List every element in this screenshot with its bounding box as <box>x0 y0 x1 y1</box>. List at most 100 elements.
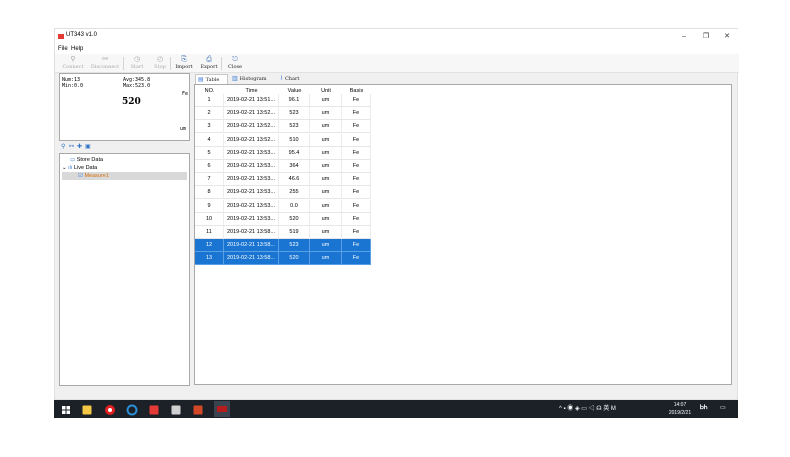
cell-unit: um <box>310 94 342 107</box>
tree-node-store-data[interactable]: ▭ Store Data <box>70 156 103 164</box>
toolbar-button-label: Start <box>130 64 144 70</box>
toolbar-disconnect-button[interactable]: ⚯ Disconnect <box>87 55 123 72</box>
table-row[interactable]: 11 2019-02-21 13:58... 519 um Fe <box>195 226 371 239</box>
toolbar-button-label: Disconnect <box>90 64 120 70</box>
menu-file[interactable]: File <box>58 45 68 54</box>
tab-histogram[interactable]: ▥ Histogram <box>230 74 278 84</box>
cell-time: 2019-02-21 13:52... <box>224 107 279 121</box>
tab-table[interactable]: ▤ Table <box>195 74 228 84</box>
table-row[interactable]: 1 2019-02-21 13:51... 96.1 um Fe <box>195 94 371 107</box>
cell-no: 1 <box>195 94 224 107</box>
toolbar-import-button[interactable]: ⎘ Import <box>173 55 195 72</box>
toolbar-start-button[interactable]: ◷ Start <box>127 55 147 72</box>
cell-unit: um <box>310 239 342 253</box>
table-row[interactable]: 10 2019-02-21 13:53... 520 um Fe <box>195 212 371 226</box>
toolbar-close-button[interactable]: ⎋ Close <box>225 55 245 72</box>
file-explorer-icon[interactable] <box>81 403 93 415</box>
toolbar: ⚲ Connect ⚯ Disconnect ◷ Start ◴ Stop ⎘ Import ⎙ Ex… <box>55 54 739 73</box>
app-window: UT343 v1.0 – ❐ ✕ File Help ⚲ Connect ⚯ Disc… <box>54 28 739 400</box>
locate-icon[interactable]: ⚲ <box>61 144 67 150</box>
table-row[interactable]: 4 2019-02-21 13:52... 510 um Fe <box>195 133 371 147</box>
cell-unit: um <box>310 133 342 147</box>
cell-no: 13 <box>195 252 224 266</box>
unit-label: um <box>180 126 187 132</box>
tree-node-label: Measure1 <box>84 173 109 179</box>
add-icon[interactable]: ✚ <box>77 144 83 150</box>
cell-basis: Fe <box>342 212 371 226</box>
table-row[interactable]: 7 2019-02-21 13:53... 46.6 um Fe <box>195 173 371 187</box>
cell-no: 2 <box>195 107 224 121</box>
cell-value: 520 <box>279 212 310 226</box>
minimize-button[interactable]: – <box>675 32 693 42</box>
cell-basis: Fe <box>342 120 371 134</box>
data-tree: ▭ Store Data ⌄ ılı Live Data ☑ Measure1 <box>59 153 190 386</box>
app-red-icon[interactable] <box>148 403 160 415</box>
cell-no: 9 <box>195 199 224 213</box>
cell-value: 364 <box>279 160 310 173</box>
clock-date[interactable]: 2019/2/21 <box>663 410 697 416</box>
cell-unit: um <box>310 107 342 121</box>
table-row[interactable]: 6 2019-02-21 13:53... 364 um Fe <box>195 160 371 173</box>
cell-time: 2019-02-21 13:53... <box>224 173 279 187</box>
link-icon[interactable]: ⚯ <box>69 144 75 150</box>
notification-icon[interactable]: ▭ <box>720 404 726 412</box>
cell-unit: um <box>310 146 342 160</box>
menu-help[interactable]: Help <box>71 45 83 54</box>
expand-chevron-icon[interactable]: ⌄ <box>62 165 67 171</box>
cell-basis: Fe <box>342 186 371 200</box>
cell-unit: um <box>310 120 342 134</box>
cell-no: 12 <box>195 239 224 253</box>
app-logo-icon <box>58 34 64 39</box>
ime-indicator-icon[interactable]: ᏏᏂ <box>700 404 708 412</box>
cell-value: 46.6 <box>279 173 310 187</box>
tree-node-live-data[interactable]: ⌄ ılı Live Data <box>62 164 97 172</box>
stop-icon: ◴ <box>156 55 164 63</box>
cell-value: 520 <box>279 252 310 266</box>
table-row[interactable]: 8 2019-02-21 13:53... 255 um Fe <box>195 186 371 200</box>
clock-time[interactable]: 14:07 <box>663 402 697 408</box>
cell-time: 2019-02-21 13:53... <box>224 199 279 213</box>
netease-music-icon[interactable] <box>104 403 116 415</box>
cell-time: 2019-02-21 13:53... <box>224 212 279 226</box>
table-icon: ▤ <box>198 76 204 83</box>
measure-icon: ☑ <box>78 173 83 179</box>
calculator-icon[interactable] <box>170 403 182 415</box>
cell-time: 2019-02-21 13:53... <box>224 146 279 160</box>
table-row[interactable]: 13 2019-02-21 13:58... 520 um Fe <box>195 252 371 266</box>
toolbar-button-label: Import <box>175 64 193 70</box>
measurement-summary: Num:13 Avg:345.8 Min:0.0 Max:523.0 Fe 52… <box>59 73 190 141</box>
toolbar-connect-button[interactable]: ⚲ Connect <box>61 55 85 72</box>
min-stat: Min:0.0 <box>62 83 84 89</box>
restore-button[interactable]: ❐ <box>697 32 715 42</box>
close-button[interactable]: ✕ <box>718 32 736 42</box>
powerpoint-icon[interactable] <box>192 403 204 415</box>
table-row[interactable]: 2 2019-02-21 13:52... 523 um Fe <box>195 107 371 121</box>
toolbar-button-label: Close <box>228 64 242 70</box>
cell-basis: Fe <box>342 252 371 266</box>
cell-value: 523 <box>279 107 310 121</box>
tree-node-measure1[interactable]: ☑ Measure1 <box>62 172 187 180</box>
table-row[interactable]: 5 2019-02-21 13:53... 95.4 um Fe <box>195 146 371 160</box>
cell-basis: Fe <box>342 94 371 107</box>
ut343-app-icon[interactable] <box>214 401 230 417</box>
tab-chart[interactable]: ⌇ Chart <box>278 74 308 84</box>
export-icon: ⎙ <box>206 55 212 63</box>
table-row[interactable]: 9 2019-02-21 13:53... 0.0 um Fe <box>195 199 371 213</box>
cell-unit: um <box>310 226 342 239</box>
start-icon[interactable] <box>60 403 72 415</box>
delete-icon[interactable]: ▣ <box>85 144 91 150</box>
toolbar-stop-button[interactable]: ◴ Stop <box>150 55 170 72</box>
cell-time: 2019-02-21 13:58... <box>224 252 279 266</box>
cell-basis: Fe <box>342 133 371 147</box>
tree-node-label: Store Data <box>76 157 104 163</box>
toolbar-export-button[interactable]: ⎙ Export <box>197 55 221 72</box>
close-icon: ⎋ <box>232 55 238 63</box>
system-tray[interactable]: ^ ▪ ◉ ◈ ▭ ◁ ☊ 英 M <box>559 405 616 413</box>
cell-time: 2019-02-21 13:58... <box>224 226 279 239</box>
cell-value: 95.4 <box>279 146 310 160</box>
cell-unit: um <box>310 160 342 173</box>
cell-time: 2019-02-21 13:51... <box>224 94 279 107</box>
table-row[interactable]: 12 2019-02-21 13:58... 523 um Fe <box>195 239 371 253</box>
table-row[interactable]: 3 2019-02-21 13:52... 523 um Fe <box>195 120 371 134</box>
browser-icon[interactable] <box>126 403 138 416</box>
